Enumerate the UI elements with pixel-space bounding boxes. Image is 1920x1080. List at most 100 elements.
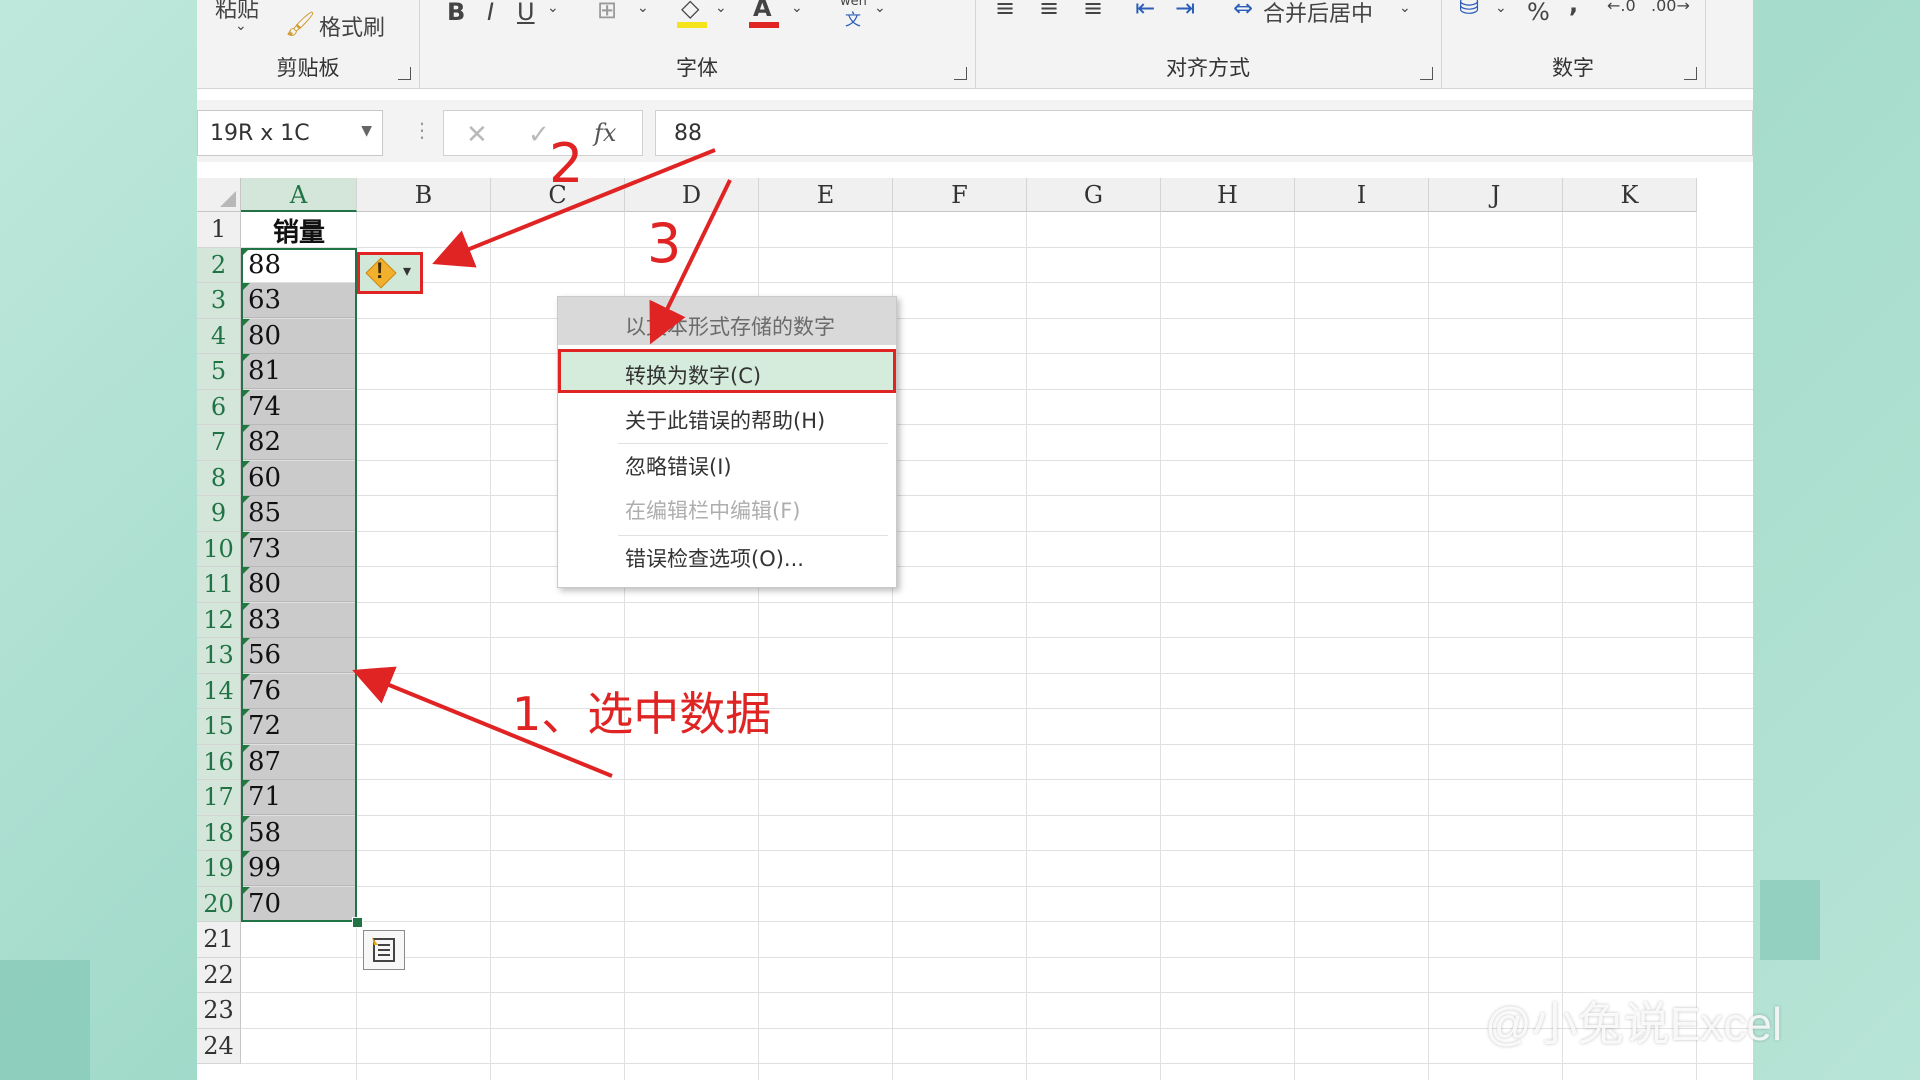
ribbon: 粘贴 ⌄ 🖌 格式刷 剪贴板 B I U ⌄ ⊞ ⌄ ◇ ⌄ A ⌄ wén 文…	[197, 0, 1753, 89]
decrease-decimal-icon[interactable]: .00→	[1651, 0, 1690, 15]
column-header-k[interactable]: K	[1563, 178, 1697, 212]
column-header-i[interactable]: I	[1295, 178, 1429, 212]
column-header-d[interactable]: D	[625, 178, 759, 212]
error-check-button[interactable]: ! ▾	[357, 252, 423, 294]
align-right-icon[interactable]: ≡	[1083, 0, 1103, 22]
row-header-24[interactable]: 24	[197, 1028, 241, 1064]
menu-item-error-checking-options[interactable]: 错误检查选项(O)...	[558, 533, 896, 577]
error-dropdown-icon[interactable]: ▾	[403, 261, 411, 281]
bold-button[interactable]: B	[447, 0, 465, 26]
row-header-6[interactable]: 6	[197, 389, 241, 425]
percent-style-button[interactable]: %	[1527, 0, 1550, 26]
grid-horizontal-line	[241, 708, 1753, 709]
italic-button[interactable]: I	[487, 0, 494, 26]
name-box[interactable]: 19R x 1C ▼	[197, 110, 383, 156]
column-header-b[interactable]: B	[357, 178, 491, 212]
row-header-14[interactable]: 14	[197, 673, 241, 709]
row-header-8[interactable]: 8	[197, 460, 241, 496]
format-painter-icon[interactable]: 🖌	[285, 10, 315, 38]
phonetic-guide-button[interactable]: 文	[845, 6, 861, 30]
row-header-10[interactable]: 10	[197, 531, 241, 567]
format-painter-button[interactable]: 格式刷	[319, 10, 385, 42]
warning-exclamation-icon: !	[376, 258, 384, 283]
grid-horizontal-line	[241, 388, 1753, 390]
row-header-22[interactable]: 22	[197, 957, 241, 993]
row-header-7[interactable]: 7	[197, 425, 241, 461]
number-launcher-icon[interactable]	[1684, 67, 1697, 80]
column-header-g[interactable]: G	[1027, 178, 1161, 212]
fill-handle[interactable]	[352, 917, 363, 928]
menu-item-convert-to-number[interactable]: 转换为数字(C)	[558, 349, 896, 393]
alignment-group: ≡ ≡ ≡ ⇤ ⇥ ⇔ 合并后居中 ⌄ 对齐方式	[975, 0, 1442, 88]
font-color-dropdown-icon[interactable]: ⌄	[791, 0, 803, 16]
increase-indent-icon[interactable]: ⇥	[1175, 0, 1195, 22]
clipboard-launcher-icon[interactable]	[398, 67, 411, 80]
font-color-bar	[749, 22, 779, 28]
cancel-icon[interactable]: ✕	[466, 119, 488, 150]
row-header-16[interactable]: 16	[197, 744, 241, 780]
paste-dropdown-icon[interactable]: ⌄	[235, 18, 247, 34]
clipboard-group: 粘贴 ⌄ 🖌 格式刷 剪贴板	[197, 0, 420, 88]
grid-vertical-line	[1562, 212, 1563, 1080]
row-header-4[interactable]: 4	[197, 318, 241, 354]
row-header-11[interactable]: 11	[197, 567, 241, 603]
decrease-indent-icon[interactable]: ⇤	[1135, 0, 1155, 22]
row-header-12[interactable]: 12	[197, 602, 241, 638]
align-center-icon[interactable]: ≡	[1039, 0, 1059, 22]
font-color-icon[interactable]: A	[753, 0, 772, 22]
enter-icon[interactable]: ✓	[528, 119, 550, 150]
cell-a1-header[interactable]: 销量	[242, 212, 356, 248]
menu-item-edit-in-formula-bar: 在编辑栏中编辑(F)	[625, 499, 801, 523]
annotation-arrows	[352, 148, 732, 778]
row-header-3[interactable]: 3	[197, 283, 241, 319]
comma-style-button[interactable]: ,	[1569, 0, 1578, 18]
row-header-13[interactable]: 13	[197, 638, 241, 674]
border-icon[interactable]: ⊞	[597, 0, 617, 24]
quick-analysis-icon[interactable]	[363, 930, 405, 970]
formula-input[interactable]: 88	[655, 110, 1753, 156]
row-header-1[interactable]: 1	[197, 212, 241, 248]
select-all-corner[interactable]	[197, 178, 241, 212]
column-header-h[interactable]: H	[1161, 178, 1295, 212]
merge-center-dropdown-icon[interactable]: ⌄	[1399, 0, 1411, 16]
row-header-20[interactable]: 20	[197, 886, 241, 922]
alignment-launcher-icon[interactable]	[1420, 67, 1433, 80]
menu-item-help-on-error[interactable]: 关于此错误的帮助(H)	[558, 395, 896, 439]
fill-color-dropdown-icon[interactable]: ⌄	[715, 0, 727, 16]
row-header-19[interactable]: 19	[197, 851, 241, 887]
underline-dropdown-icon[interactable]: ⌄	[547, 0, 559, 16]
column-header-j[interactable]: J	[1429, 178, 1563, 212]
row-header-18[interactable]: 18	[197, 815, 241, 851]
phonetic-dropdown-icon[interactable]: ⌄	[874, 0, 886, 16]
formula-bar: 19R x 1C ▼ ⋮ ✕ ✓ fx 88	[197, 100, 1753, 162]
font-launcher-icon[interactable]	[954, 67, 967, 80]
formula-bar-grip-icon[interactable]: ⋮	[412, 118, 432, 143]
grid-vertical-line	[1696, 212, 1697, 1080]
row-header-15[interactable]: 15	[197, 709, 241, 745]
border-dropdown-icon[interactable]: ⌄	[637, 0, 649, 16]
fill-color-icon[interactable]: ◇	[681, 0, 699, 22]
menu-item-ignore-error[interactable]: 忽略错误(I)	[558, 441, 896, 485]
name-box-dropdown-icon[interactable]: ▼	[361, 123, 372, 139]
underline-button[interactable]: U	[517, 0, 535, 26]
merge-center-icon[interactable]: ⇔	[1233, 0, 1253, 22]
grid-horizontal-line	[241, 637, 1753, 638]
merge-center-button[interactable]: 合并后居中	[1263, 0, 1373, 28]
column-header-a[interactable]: A	[241, 178, 357, 212]
grid-horizontal-line	[241, 495, 1753, 496]
accounting-format-icon[interactable]: ⛁	[1459, 0, 1479, 20]
column-header-f[interactable]: F	[893, 178, 1027, 212]
row-header-21[interactable]: 21	[197, 922, 241, 958]
insert-function-button[interactable]: fx	[594, 119, 616, 147]
increase-decimal-icon[interactable]: ←.0	[1607, 0, 1636, 15]
accounting-dropdown-icon[interactable]: ⌄	[1495, 0, 1507, 16]
row-header-17[interactable]: 17	[197, 780, 241, 816]
align-left-icon[interactable]: ≡	[995, 0, 1015, 22]
row-header-2[interactable]: 2	[197, 247, 241, 283]
styles-group-partial	[1705, 0, 1753, 88]
row-header-9[interactable]: 9	[197, 496, 241, 532]
column-header-e[interactable]: E	[759, 178, 893, 212]
row-header-5[interactable]: 5	[197, 354, 241, 390]
row-header-23[interactable]: 23	[197, 993, 241, 1029]
grid-horizontal-line	[241, 601, 1753, 603]
